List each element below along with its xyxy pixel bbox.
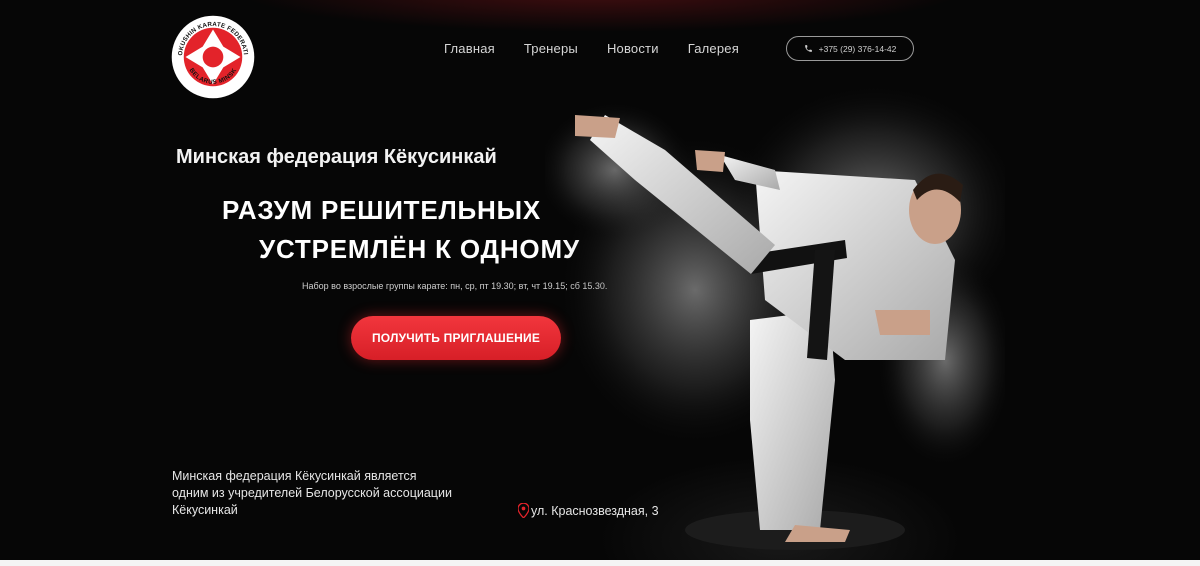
phone-icon <box>804 44 813 53</box>
headline-line-1: РАЗУМ РЕШИТЕЛЬНЫХ <box>222 195 542 225</box>
hero-section: KYOKUSHIN KARATE FEDERATION BELARUS MINS… <box>0 0 1200 566</box>
karate-fighter-image <box>545 60 1005 550</box>
phone-number: +375 (29) 376-14-42 <box>818 43 897 54</box>
nav-item-home[interactable]: Главная <box>444 41 495 57</box>
page-subtitle: Минская федерация Кёкусинкай <box>176 146 497 168</box>
map-pin-icon <box>517 502 530 519</box>
nav-item-gallery[interactable]: Галерея <box>688 41 739 57</box>
phone-button[interactable]: +375 (29) 376-14-42 <box>786 36 914 61</box>
get-invitation-button[interactable]: ПОЛУЧИТЬ ПРИГЛАШЕНИЕ <box>351 316 561 360</box>
federation-logo[interactable]: KYOKUSHIN KARATE FEDERATION BELARUS MINS… <box>170 14 256 100</box>
main-nav: Главная Тренеры Новости Галерея <box>444 41 768 57</box>
kyokushin-emblem-icon: KYOKUSHIN KARATE FEDERATION BELARUS MINS… <box>170 14 255 99</box>
bottom-divider <box>0 560 1200 566</box>
about-text: Минская федерация Кёкусинкай является од… <box>172 469 452 517</box>
nav-item-trainers[interactable]: Тренеры <box>524 41 578 57</box>
headline-line-2: УСТРЕМЛЁН К ОДНОМУ <box>259 234 580 264</box>
nav-item-news[interactable]: Новости <box>607 41 659 57</box>
